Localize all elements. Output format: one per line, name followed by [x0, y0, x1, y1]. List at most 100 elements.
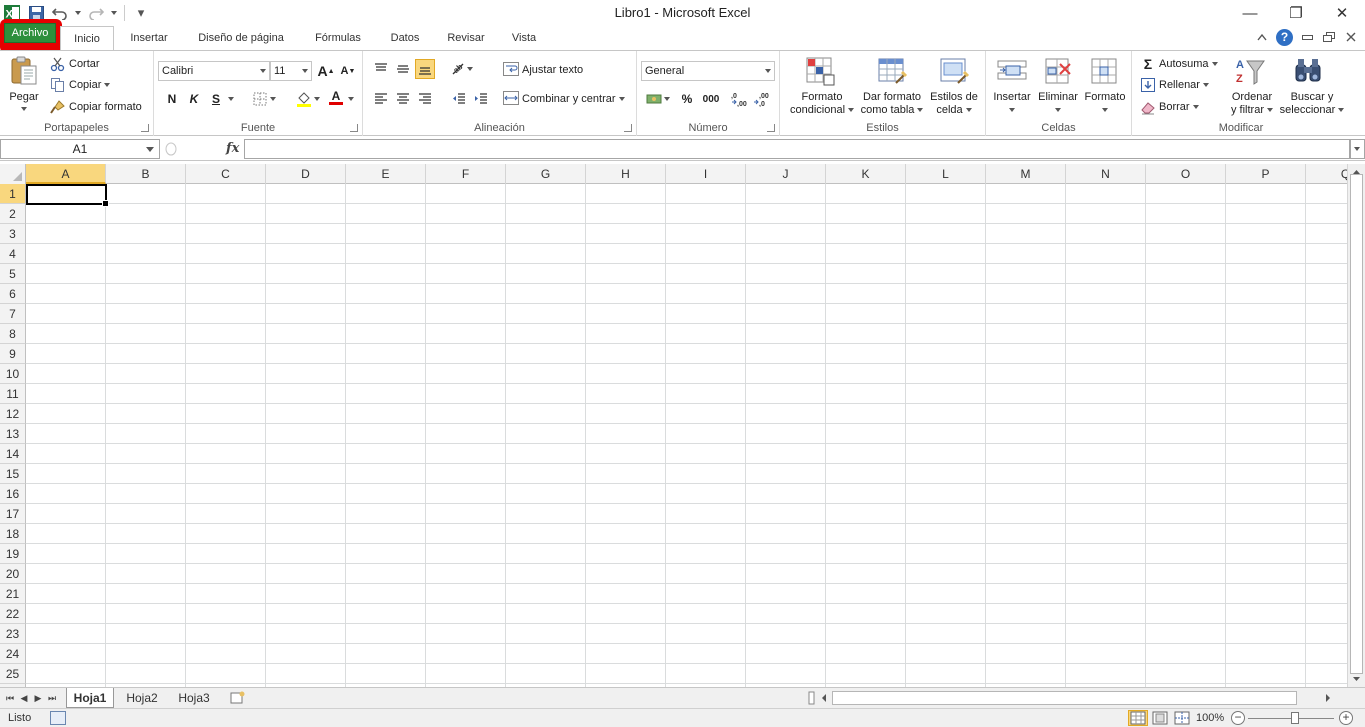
find-select-button[interactable]: Buscar y seleccionar	[1278, 91, 1346, 117]
column-header-j[interactable]: J	[746, 164, 826, 184]
row-header-3[interactable]: 3	[0, 224, 26, 244]
row-header-1[interactable]: 1	[0, 184, 26, 204]
fill-color-dropdown-icon[interactable]	[312, 89, 322, 109]
font-launcher-icon[interactable]	[350, 124, 358, 132]
row-header-2[interactable]: 2	[0, 204, 26, 224]
fill-color-icon[interactable]	[294, 89, 314, 109]
borders-dropdown-icon[interactable]	[268, 89, 278, 109]
format-painter-button[interactable]: Copiar formato	[50, 98, 142, 116]
conditional-format-button[interactable]: Formato condicional	[784, 91, 860, 117]
formula-expand-button[interactable]	[1350, 139, 1365, 159]
row-header-11[interactable]: 11	[0, 384, 26, 404]
clear-button[interactable]: Borrar	[1140, 98, 1199, 116]
shrink-font-button[interactable]: A ▼	[338, 61, 358, 81]
increase-indent-icon[interactable]	[471, 89, 491, 109]
horizontal-scroll-thumb[interactable]	[832, 691, 1297, 705]
macro-record-icon[interactable]	[50, 711, 66, 725]
font-color-button[interactable]: A	[326, 87, 346, 107]
tab-vista[interactable]: Vista	[502, 26, 546, 50]
percent-button[interactable]: %	[677, 89, 697, 109]
prev-sheet-icon[interactable]: ◀	[18, 691, 30, 705]
zoom-level[interactable]: 100%	[1196, 712, 1224, 724]
row-header-25[interactable]: 25	[0, 664, 26, 684]
zoom-slider-thumb[interactable]	[1291, 712, 1299, 724]
column-header-q[interactable]: Q	[1306, 164, 1347, 184]
minimize-ribbon-icon[interactable]	[1254, 28, 1270, 46]
align-middle-icon[interactable]	[393, 59, 413, 79]
insert-cells-button[interactable]: Insertar	[990, 91, 1034, 117]
column-header-i[interactable]: I	[666, 164, 746, 184]
sheet-tab-hoja3[interactable]: Hoja3	[170, 688, 218, 708]
column-header-l[interactable]: L	[906, 164, 986, 184]
format-cells-button[interactable]: Formato	[1082, 91, 1128, 117]
borders-icon[interactable]	[250, 89, 270, 109]
vertical-scroll-thumb[interactable]	[1350, 174, 1363, 674]
column-header-a[interactable]: A	[26, 164, 106, 184]
format-as-table-button[interactable]: Dar formato como tabla	[858, 91, 926, 117]
underline-dropdown-icon[interactable]	[226, 89, 236, 109]
zoom-out-button[interactable]: −	[1231, 711, 1245, 725]
zoom-in-button[interactable]: +	[1339, 711, 1353, 725]
column-header-k[interactable]: K	[826, 164, 906, 184]
row-header-20[interactable]: 20	[0, 564, 26, 584]
sort-filter-button[interactable]: Ordenar y filtrar	[1222, 91, 1282, 117]
row-header-15[interactable]: 15	[0, 464, 26, 484]
minimize-button[interactable]: —	[1227, 0, 1273, 26]
underline-button[interactable]: S	[206, 89, 226, 109]
cut-button[interactable]: Cortar	[50, 55, 100, 73]
row-header-18[interactable]: 18	[0, 524, 26, 544]
row-header-14[interactable]: 14	[0, 444, 26, 464]
fill-button[interactable]: Rellenar	[1140, 76, 1209, 94]
cell-styles-button[interactable]: Estilos de celda	[926, 91, 982, 117]
undo-dropdown-icon[interactable]	[74, 3, 82, 23]
normal-view-icon[interactable]	[1128, 710, 1148, 726]
row-header-4[interactable]: 4	[0, 244, 26, 264]
insert-cells-icon[interactable]	[996, 55, 1028, 87]
tab-archivo[interactable]: Archivo	[4, 23, 56, 43]
fill-dropdown-icon[interactable]	[1202, 83, 1209, 87]
tab-diseno-de-pagina[interactable]: Diseño de página	[186, 26, 296, 50]
align-right-icon[interactable]	[415, 89, 435, 109]
horizontal-scrollbar[interactable]	[808, 690, 1348, 706]
row-header-7[interactable]: 7	[0, 304, 26, 324]
column-header-m[interactable]: M	[986, 164, 1066, 184]
format-cells-icon[interactable]	[1088, 55, 1120, 87]
restore-button[interactable]: ❐	[1273, 0, 1319, 26]
column-header-g[interactable]: G	[506, 164, 586, 184]
number-format-combo[interactable]: General	[641, 61, 775, 81]
align-center-icon[interactable]	[393, 89, 413, 109]
tab-revisar[interactable]: Revisar	[438, 26, 494, 50]
font-name-dropdown-icon[interactable]	[260, 69, 266, 73]
row-header-8[interactable]: 8	[0, 324, 26, 344]
row-header-12[interactable]: 12	[0, 404, 26, 424]
column-header-h[interactable]: H	[586, 164, 666, 184]
sort-filter-icon[interactable]: AZ	[1234, 55, 1266, 87]
font-color-dropdown-icon[interactable]	[346, 89, 356, 109]
page-break-view-icon[interactable]	[1172, 710, 1192, 726]
clipboard-launcher-icon[interactable]	[141, 124, 149, 132]
tab-formulas[interactable]: Fórmulas	[304, 26, 372, 50]
column-header-n[interactable]: N	[1066, 164, 1146, 184]
next-sheet-icon[interactable]: ▶	[32, 691, 44, 705]
row-header-6[interactable]: 6	[0, 284, 26, 304]
row-header-9[interactable]: 9	[0, 344, 26, 364]
grow-font-button[interactable]: A ▲	[316, 61, 336, 81]
scroll-right-icon[interactable]	[1322, 690, 1334, 706]
split-handle-icon[interactable]	[808, 690, 816, 706]
vertical-scrollbar[interactable]	[1347, 164, 1365, 687]
close-button[interactable]: ✕	[1319, 0, 1365, 26]
decrease-decimal-icon[interactable]: ,00,0	[753, 89, 773, 109]
autosum-button[interactable]: Σ Autosuma	[1140, 55, 1218, 73]
autosum-dropdown-icon[interactable]	[1211, 62, 1218, 66]
align-top-icon[interactable]	[371, 59, 391, 79]
row-header-23[interactable]: 23	[0, 624, 26, 644]
sheet-tab-hoja2[interactable]: Hoja2	[118, 688, 166, 708]
name-box[interactable]: A1	[0, 139, 160, 159]
workbook-minimize-icon[interactable]	[1299, 28, 1315, 46]
tab-insertar[interactable]: Insertar	[118, 26, 180, 50]
row-header-19[interactable]: 19	[0, 544, 26, 564]
active-cell-a1[interactable]	[26, 184, 109, 207]
column-header-f[interactable]: F	[426, 164, 506, 184]
align-left-icon[interactable]	[371, 89, 391, 109]
formula-input[interactable]	[244, 139, 1350, 159]
